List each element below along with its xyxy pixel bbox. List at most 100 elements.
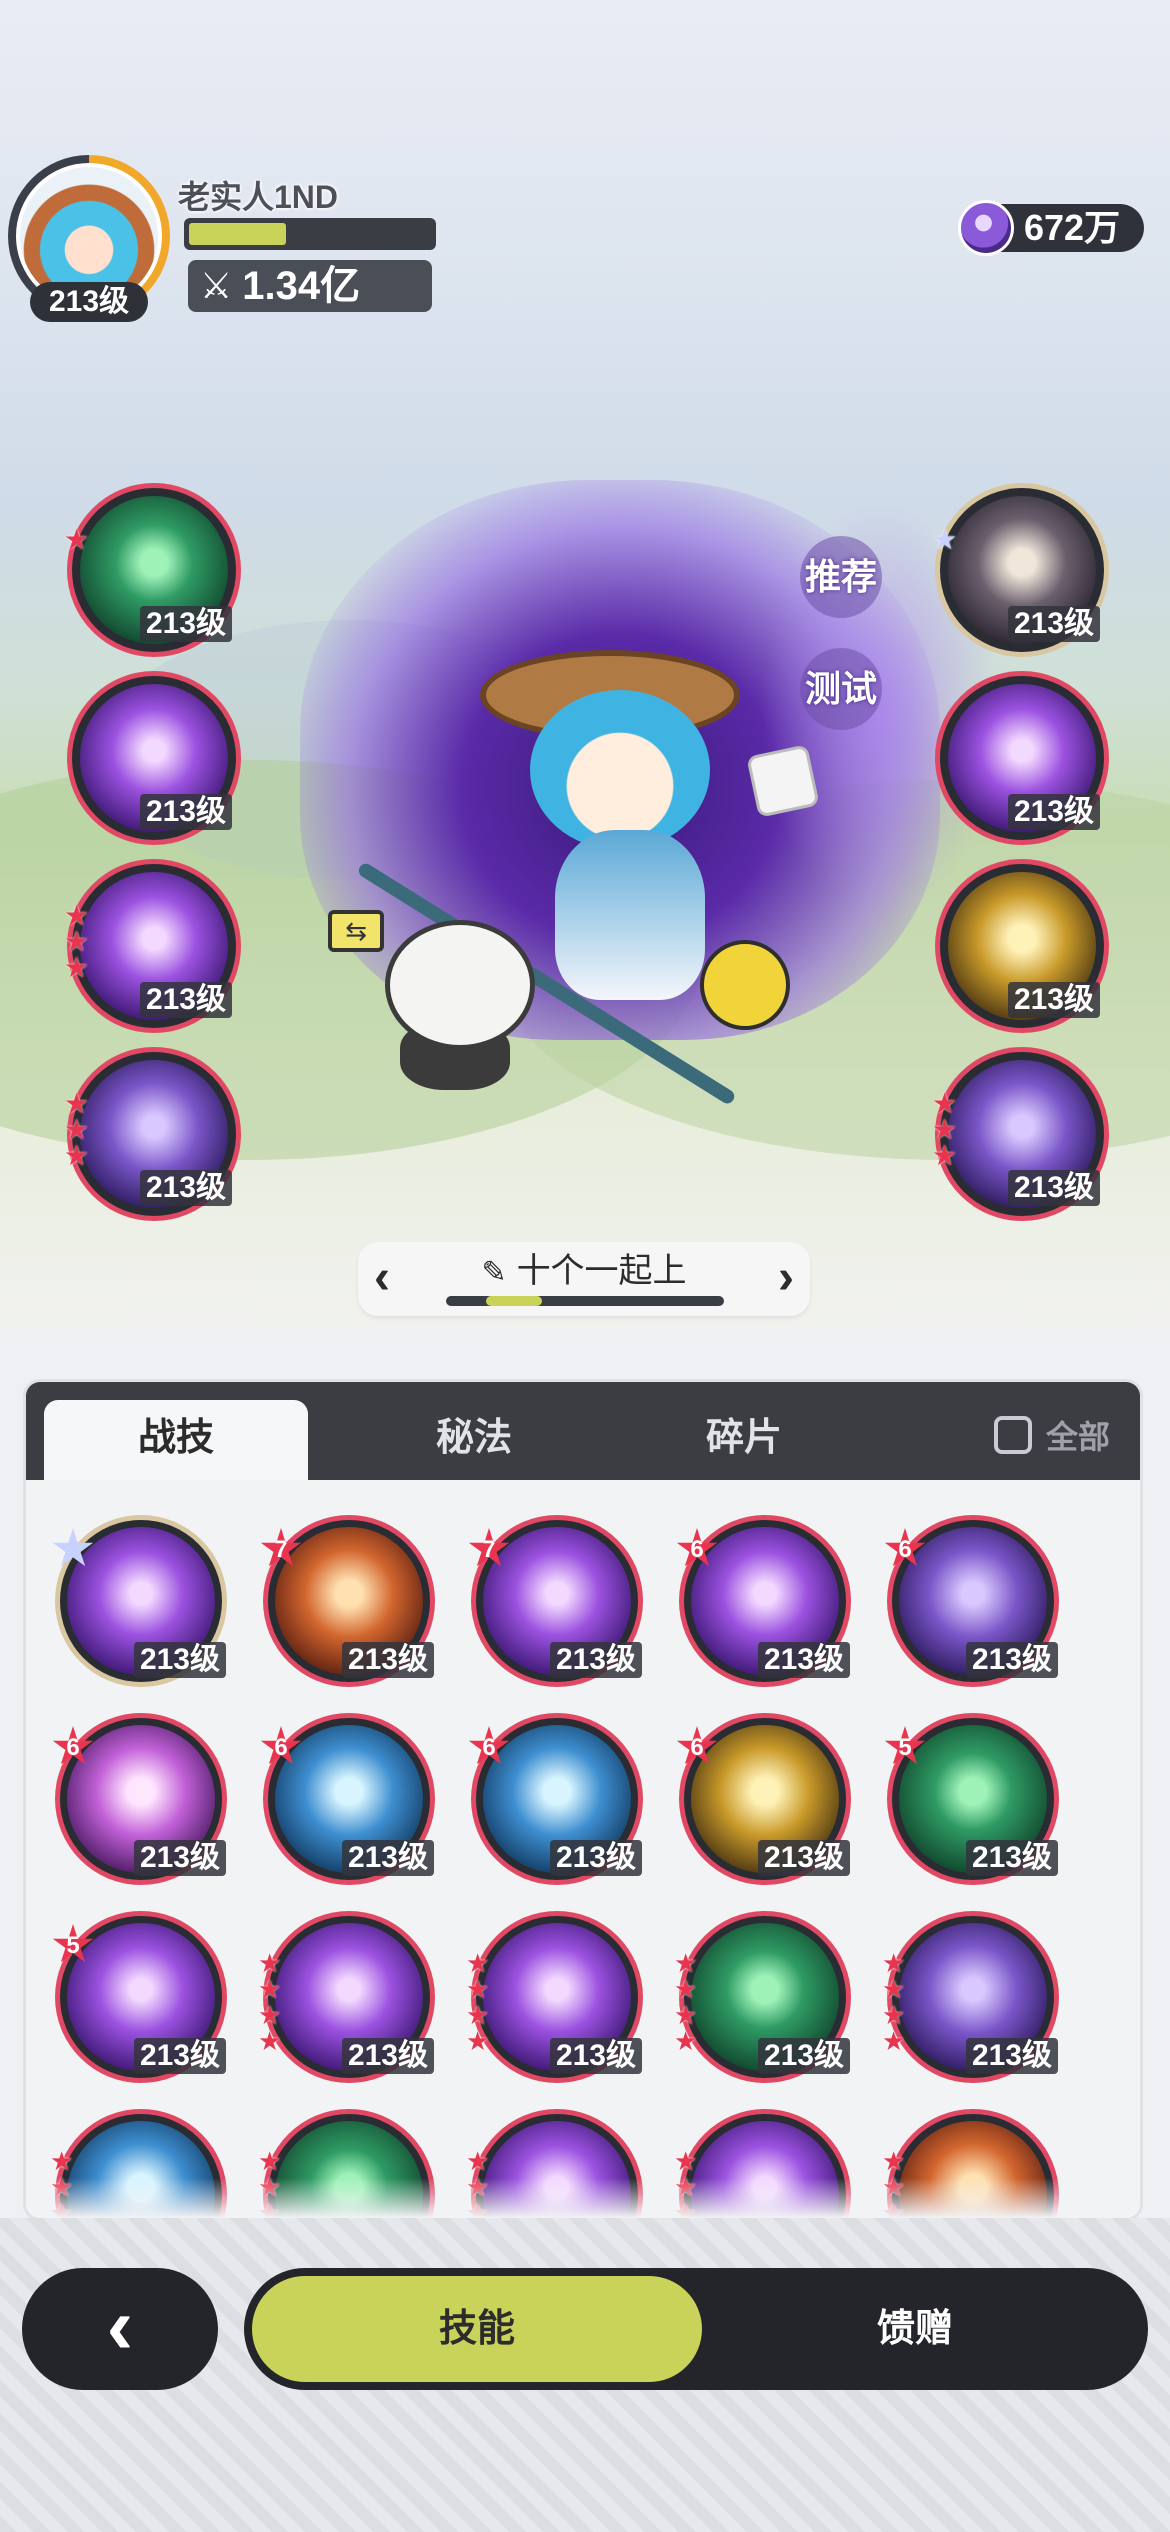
skill-card[interactable]: 213级 6 bbox=[884, 1516, 1058, 1684]
skill-card[interactable]: 213级 7 bbox=[468, 1516, 642, 1684]
star-rank: ★ ★ ★ bbox=[64, 1090, 90, 1171]
left-skill-slot[interactable]: 213级 ★ ★ ★ bbox=[64, 1052, 236, 1216]
skill-level: 213级 bbox=[139, 982, 232, 1018]
star-icon: ★ bbox=[258, 2026, 282, 2056]
left-skill-slot[interactable]: 213级 bbox=[72, 676, 236, 840]
tab-fragments[interactable]: 碎片 bbox=[612, 1400, 876, 1480]
skill-level: 213级 bbox=[341, 1840, 434, 1876]
right-skill-slot[interactable]: 213级 ★ bbox=[932, 488, 1104, 652]
skill-level: 213级 bbox=[757, 1642, 850, 1678]
skill-card[interactable]: 213级 ★ ★ ★ ★ bbox=[674, 1912, 850, 2080]
exp-bar-fill bbox=[189, 223, 286, 245]
star-rank: ★ bbox=[64, 526, 90, 554]
panda-pet[interactable] bbox=[385, 920, 535, 1050]
purple-gem-icon bbox=[958, 200, 1014, 256]
star-rank: ★★★★ bbox=[466, 1950, 492, 2056]
skill-card[interactable]: 213级 bbox=[52, 1516, 226, 1684]
show-all-checkbox[interactable] bbox=[993, 1416, 1032, 1454]
skill-level: 213级 bbox=[965, 1642, 1058, 1678]
currency-amount: 672万 bbox=[1024, 207, 1121, 248]
skill-tab-button[interactable]: 技能 bbox=[252, 2276, 702, 2382]
scroll-fade bbox=[26, 2178, 1140, 2218]
exp-bar bbox=[184, 218, 436, 250]
skill-tabs: 战技 秘法 碎片 全部 bbox=[26, 1382, 1140, 1480]
skill-level: 213级 bbox=[1007, 982, 1100, 1018]
skill-level: 213级 bbox=[1007, 1170, 1100, 1206]
chevron-right-icon[interactable]: › bbox=[778, 1250, 794, 1306]
player-name: 老实人1ND bbox=[178, 179, 339, 215]
skill-level: 213级 bbox=[133, 1642, 226, 1678]
skill-level: 213级 bbox=[965, 2038, 1058, 2074]
formation-selector: ‹ ✎ 十个一起上 › bbox=[358, 1242, 810, 1316]
back-button[interactable]: ‹ bbox=[22, 2268, 218, 2390]
star-rank: ★ bbox=[932, 524, 958, 555]
star-rank: ★★★★ bbox=[882, 1950, 908, 2056]
star-icon: ★ bbox=[466, 2026, 490, 2056]
skill-card[interactable]: 213级 6 bbox=[676, 1516, 850, 1684]
skill-level: 213级 bbox=[139, 606, 232, 642]
skill-card[interactable]: 213级 5 bbox=[52, 1912, 226, 2080]
star-rank: ★★★★ bbox=[258, 1950, 284, 2056]
star-rank: ★ ★ ★ bbox=[932, 1090, 958, 1171]
skill-level: 213级 bbox=[1007, 606, 1100, 642]
formation-name[interactable]: ✎ 十个一起上 bbox=[456, 1246, 712, 1298]
star-rank: ★★★★ bbox=[674, 1950, 700, 2056]
skill-card[interactable]: 213级 7 bbox=[260, 1516, 434, 1684]
skill-level: 213级 bbox=[139, 1170, 232, 1206]
edit-pen-icon: ✎ bbox=[481, 1256, 507, 1289]
bottom-segment-control: 技能 馈赠 bbox=[244, 2268, 1148, 2390]
hero-character[interactable] bbox=[530, 690, 710, 850]
skill-level: 213级 bbox=[757, 2038, 850, 2074]
skill-card[interactable]: 213级 ★ ★ ★ ★ bbox=[882, 1912, 1058, 2080]
star-icon: ★ bbox=[64, 952, 90, 983]
gift-tab-button[interactable]: 馈赠 bbox=[690, 2276, 1140, 2382]
skill-level: 213级 bbox=[133, 2038, 226, 2074]
skill-card[interactable]: 213级 6 bbox=[468, 1714, 642, 1882]
formation-scroll-thumb bbox=[486, 1296, 542, 1306]
star-icon: ★ bbox=[64, 1140, 90, 1171]
skill-card[interactable]: 213级 6 bbox=[676, 1714, 850, 1882]
test-button[interactable]: 测试 bbox=[800, 648, 882, 730]
skill-level: 213级 bbox=[965, 1840, 1058, 1876]
skill-card[interactable]: 213级 6 bbox=[260, 1714, 434, 1882]
right-skill-slot[interactable]: 213级 bbox=[940, 864, 1104, 1028]
skill-card[interactable]: 213级 ★ ★ ★ ★ bbox=[466, 1912, 642, 2080]
skill-level: 213级 bbox=[549, 2038, 642, 2074]
skill-level: 213级 bbox=[549, 1840, 642, 1876]
formation-scroll-track bbox=[446, 1296, 724, 1306]
combat-power-value: 1.34亿 bbox=[242, 264, 361, 308]
skill-level: 213级 bbox=[341, 1642, 434, 1678]
skill-level: 213级 bbox=[757, 1840, 850, 1876]
skill-card[interactable]: 213级 ★ ★ ★ ★ bbox=[258, 1912, 434, 2080]
recommend-button[interactable]: 推荐 bbox=[800, 536, 882, 618]
chevron-left-icon: ‹ bbox=[106, 2281, 134, 2370]
skill-level: 213级 bbox=[549, 1642, 642, 1678]
swap-pet-icon[interactable]: ⇆ bbox=[328, 910, 384, 952]
player-level: 213级 bbox=[30, 282, 148, 322]
chevron-left-icon[interactable]: ‹ bbox=[374, 1250, 390, 1306]
crossed-swords-icon: ⚔ bbox=[200, 265, 233, 306]
currency-display[interactable]: 672万 bbox=[958, 200, 1144, 256]
skill-grid: 213级 213级 7 213级 7 213级 6 213级 6 213级 6 213级 6 213级 6 2… bbox=[50, 1516, 1116, 2218]
skill-card[interactable]: 213级 6 bbox=[52, 1714, 226, 1882]
tab-secret-arts[interactable]: 秘法 bbox=[342, 1400, 606, 1480]
right-skill-slot[interactable]: 213级 ★ ★ ★ bbox=[932, 1052, 1104, 1216]
show-all-toggle[interactable]: 全部 bbox=[993, 1412, 1110, 1458]
star-icon: ★ bbox=[932, 1140, 958, 1171]
skill-card[interactable]: 213级 5 bbox=[884, 1714, 1058, 1882]
tab-combat-skills[interactable]: 战技 bbox=[44, 1400, 308, 1480]
hero-body bbox=[555, 830, 705, 1000]
skill-level: 213级 bbox=[341, 2038, 434, 2074]
skill-level: 213级 bbox=[1007, 794, 1100, 830]
star-rank: ★ ★ ★ bbox=[64, 902, 90, 983]
dice-icon[interactable] bbox=[746, 744, 820, 818]
skill-level: 213级 bbox=[139, 794, 232, 830]
star-icon: ★ bbox=[932, 524, 958, 555]
skill-panel: 战技 秘法 碎片 全部 213级 213级 7 213级 7 213级 6 213级 6 213级… bbox=[26, 1382, 1140, 2218]
right-skill-slot[interactable]: 213级 bbox=[940, 676, 1104, 840]
formation-label: 十个一起上 bbox=[516, 1252, 687, 1290]
duck-companion bbox=[700, 940, 790, 1030]
left-skill-slot[interactable]: 213级 ★ bbox=[64, 488, 236, 652]
combat-power: ⚔ 1.34亿 bbox=[188, 260, 432, 312]
left-skill-slot[interactable]: 213级 ★ ★ ★ bbox=[64, 864, 236, 1028]
